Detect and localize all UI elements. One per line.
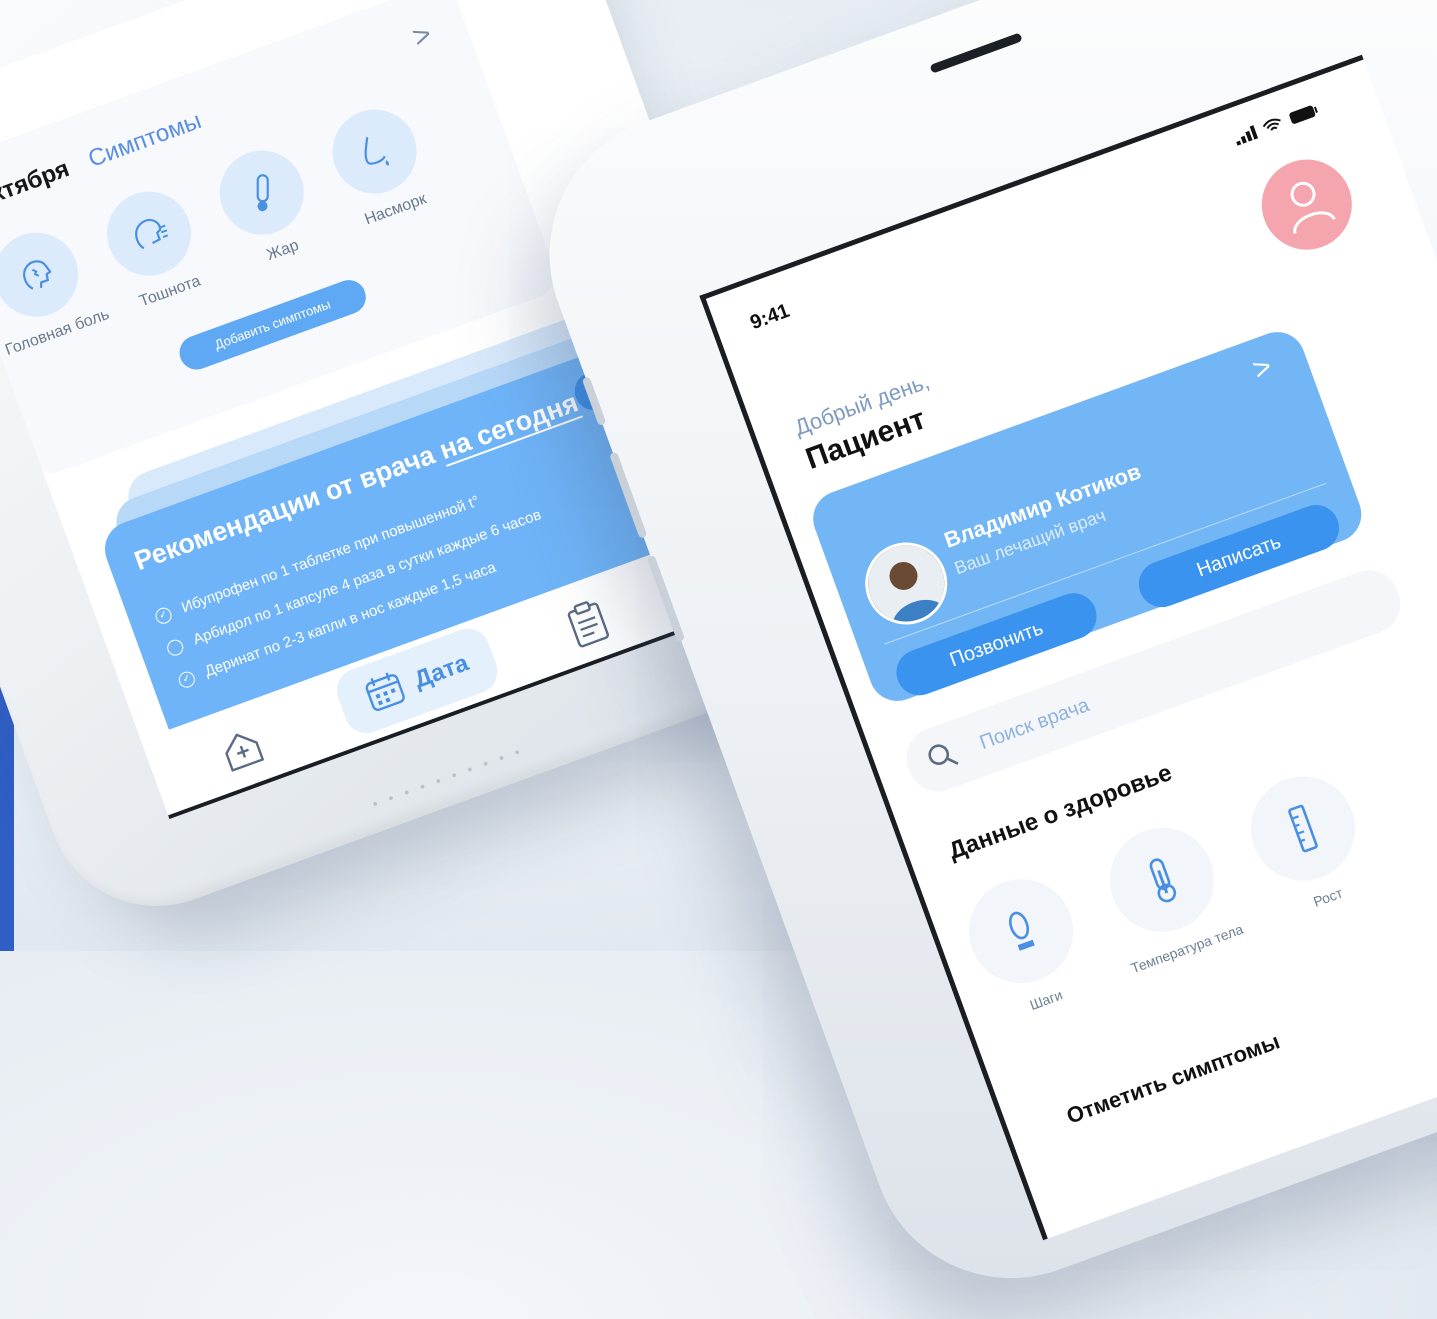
chevron-right-icon[interactable]: >: [408, 17, 436, 55]
battery-icon: [1287, 103, 1322, 131]
ruler-icon: [1236, 761, 1370, 896]
nausea-icon: [95, 179, 203, 288]
status-icons: [1233, 103, 1322, 151]
symptoms-title: Симптомы: [84, 107, 205, 173]
headache-icon: [0, 220, 91, 329]
wifi-icon: [1261, 116, 1286, 141]
runny-nose-icon: [320, 97, 429, 206]
search-placeholder: Поиск врача: [976, 693, 1093, 754]
footprint-icon: [954, 864, 1088, 998]
signal-icon: [1233, 125, 1260, 150]
health-steps[interactable]: Шаги: [947, 862, 1106, 1029]
checked-icon[interactable]: ✓: [176, 669, 198, 690]
speaker-grille: • • • • • • • • • •: [370, 742, 526, 812]
symptom-runny-nose[interactable]: Насморк: [309, 93, 451, 238]
tab-date-label: Дата: [410, 649, 473, 694]
thermometer-icon: [1095, 813, 1229, 947]
symptoms-date: 6 октября: [0, 155, 73, 220]
checked-icon[interactable]: ✓: [153, 605, 174, 626]
note-symptoms-title: Отметить симптомы: [1063, 1028, 1283, 1129]
clipboard-icon[interactable]: [561, 595, 616, 657]
health-temperature[interactable]: Температура тела: [1088, 810, 1247, 977]
doctor-avatar: [853, 530, 959, 637]
user-icon: [1290, 181, 1336, 234]
user-avatar-button[interactable]: [1249, 146, 1365, 263]
status-time: 9:41: [747, 299, 793, 335]
unchecked-icon[interactable]: [164, 637, 186, 658]
home-plus-icon[interactable]: [214, 722, 272, 783]
calendar-icon: [359, 664, 412, 720]
earpiece-speaker: [929, 32, 1023, 74]
thermometer-icon: [207, 138, 316, 247]
search-icon: [922, 736, 962, 779]
chevron-right-icon[interactable]: >: [1248, 350, 1276, 388]
health-height[interactable]: Рост: [1229, 759, 1388, 926]
